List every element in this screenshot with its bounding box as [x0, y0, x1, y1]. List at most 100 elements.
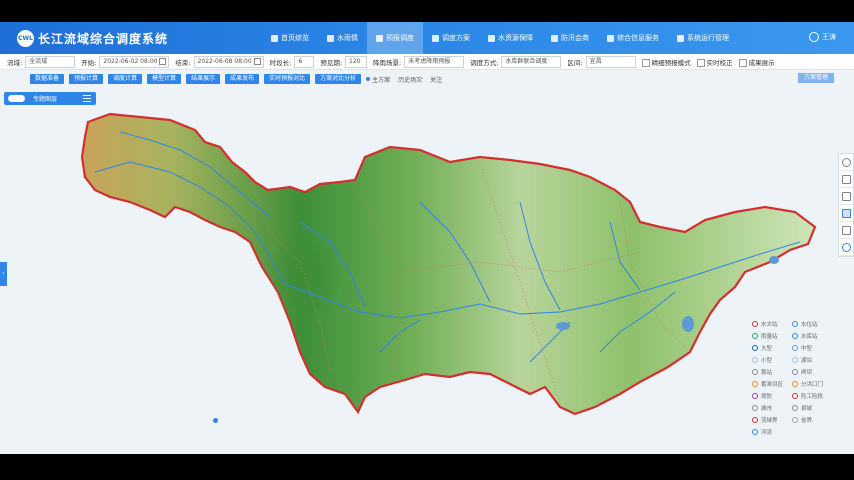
legend-label: 险工险段	[801, 393, 824, 400]
checkbox[interactable]	[641, 58, 650, 67]
app-window: CWL 长江流域综合调度系统 首页综览 水雨情 预报调度 调度方案 水资源保障 …	[0, 22, 854, 454]
user-menu[interactable]: 王涛	[809, 32, 836, 42]
calendar-icon	[159, 57, 167, 65]
dispatch-calc-button[interactable]: 调度计算	[108, 74, 143, 84]
legend-item[interactable]: 泵站	[752, 366, 792, 377]
side-expand-tab[interactable]: ›	[0, 262, 7, 286]
legend-label: 堤防	[761, 393, 773, 400]
checkbox[interactable]	[738, 58, 747, 67]
nav-item-forecast[interactable]: 预报调度	[367, 22, 423, 54]
user-name: 王涛	[822, 33, 836, 41]
legend-item[interactable]: 小型	[752, 354, 792, 365]
legend-item[interactable]: 闸坝	[792, 366, 832, 377]
legend-symbol-icon	[792, 344, 798, 351]
map-tool-basemap[interactable]	[839, 205, 853, 222]
option-precise-mode[interactable]: 精细预报模式	[641, 57, 691, 67]
start-time-input[interactable]: 2022-06-02 08:00	[99, 55, 170, 68]
legend-item[interactable]: 河流	[752, 426, 792, 437]
end-time-input[interactable]: 2022-06-08 08:00	[193, 55, 264, 68]
forecast-label: 预见期:	[320, 58, 343, 67]
taihu-lake	[769, 256, 779, 264]
region-label: 区间:	[567, 58, 583, 67]
nav-label: 首页综览	[281, 34, 309, 42]
panel-label: 专题图层	[33, 96, 58, 103]
nav-item-rain[interactable]: 水雨情	[318, 22, 367, 54]
main-nav: 首页综览 水雨情 预报调度 调度方案 水资源保障 防汛会商 综合信息服务 系统运…	[262, 22, 738, 54]
user-icon	[809, 32, 819, 42]
tag-follow[interactable]: 关注	[430, 75, 442, 84]
legend-label: 分洪口门	[801, 381, 824, 388]
legend-symbol-icon	[752, 428, 758, 435]
legend-item[interactable]: 县城	[792, 402, 832, 413]
legend-item[interactable]: 中型	[792, 342, 832, 353]
legend-label: 县城	[801, 405, 813, 412]
legend-symbol-icon	[752, 344, 758, 351]
nav-item-system[interactable]: 系统运行管理	[668, 22, 738, 54]
checkbox[interactable]	[696, 58, 705, 67]
legend-item[interactable]: 水文站	[752, 318, 792, 329]
nav-item-meeting[interactable]: 防汛会商	[542, 22, 598, 54]
legend-label: 城市	[761, 405, 773, 412]
mode-select[interactable]: 水库群联合调度	[501, 55, 562, 68]
map-tool-grid[interactable]	[839, 188, 853, 205]
nav-item-water[interactable]: 水资源保障	[479, 22, 542, 54]
legend-item[interactable]: 城市	[752, 402, 792, 413]
legend-item[interactable]: 水库站	[792, 330, 832, 341]
legend-item[interactable]: 大型	[752, 342, 792, 353]
data-prep-button[interactable]: 数据准备	[30, 74, 65, 84]
model-calc-button[interactable]: 模型计算	[147, 74, 182, 84]
legend-item[interactable]: 分洪口门	[792, 378, 832, 389]
legend-symbol-icon	[752, 392, 758, 399]
menu-icon[interactable]	[83, 95, 91, 102]
legend-item[interactable]: 水位站	[792, 318, 832, 329]
legend-item[interactable]: 雨量站	[752, 330, 792, 341]
map-tool-layers[interactable]	[839, 171, 853, 188]
legend-item[interactable]: 省界	[792, 414, 832, 425]
layer-panel-toggle[interactable]: 专题图层	[4, 92, 96, 105]
legend-label: 雨量站	[761, 333, 778, 340]
tag-history[interactable]: 历史场次	[398, 75, 422, 84]
water-icon	[488, 34, 495, 42]
option-result-display[interactable]: 成果展示	[738, 57, 775, 67]
legend-symbol-icon	[752, 404, 758, 411]
nav-item-plan[interactable]: 调度方案	[423, 22, 479, 54]
legend-item[interactable]: 流域界	[752, 414, 792, 425]
legend-symbol-icon	[752, 320, 758, 327]
map-tool-refresh[interactable]	[839, 239, 853, 256]
mode-label: 调度方式:	[470, 58, 499, 67]
nav-item-info[interactable]: 综合信息服务	[598, 22, 668, 54]
option-realtime-correction[interactable]: 实时校正	[696, 57, 733, 67]
legend-item[interactable]: 湖泊	[792, 354, 832, 365]
tag-main-plan[interactable]: 主方案	[366, 75, 390, 84]
legend-label: 省界	[801, 417, 813, 424]
legend-label: 中型	[801, 345, 813, 352]
legend-item[interactable]: 蓄滞洪区	[752, 378, 792, 389]
step-input[interactable]: 6	[294, 55, 315, 68]
legend-item[interactable]: 堤防	[752, 390, 792, 401]
scenario-select[interactable]: 未考虑降雨预报	[404, 55, 465, 68]
map-legend: 水文站 水位站雨量站 水库站 大型 中型小型 湖泊 泵站 闸坝 蓄滞洪区 分洪口门堤防 险工险段城市…	[752, 318, 832, 437]
forecast-calc-button[interactable]: 预报计算	[69, 74, 104, 84]
basin-select[interactable]: 全流域	[25, 55, 76, 68]
region-select[interactable]: 宜昌	[585, 55, 636, 68]
location-marker	[213, 418, 218, 423]
legend-item[interactable]: 险工险段	[792, 390, 832, 401]
map-tool-measure[interactable]	[839, 222, 853, 239]
plan-manage-button[interactable]: 方案管理	[797, 73, 834, 83]
publish-button[interactable]: 成果发布	[225, 74, 260, 84]
grid-icon	[841, 191, 851, 201]
home-icon	[271, 34, 278, 42]
legend-symbol-icon	[752, 416, 758, 423]
map-tool-globe[interactable]	[839, 154, 853, 171]
info-icon	[607, 34, 614, 42]
nav-item-home[interactable]: 首页综览	[262, 22, 318, 54]
end-time-value: 2022-06-08 08:00	[197, 57, 252, 65]
settings-icon	[677, 34, 684, 42]
forecast-input[interactable]: 120	[345, 55, 368, 68]
plan-compare-button[interactable]: 方案对比分析	[315, 74, 362, 84]
realtime-compare-button[interactable]: 实时预报对比	[264, 74, 311, 84]
result-display-button[interactable]: 结果展示	[186, 74, 221, 84]
toggle-switch[interactable]	[8, 95, 25, 102]
query-toolbar: 流域: 全流域 开始: 2022-06-02 08:00 结束: 2022-06…	[0, 54, 854, 70]
refresh-icon	[841, 242, 851, 252]
